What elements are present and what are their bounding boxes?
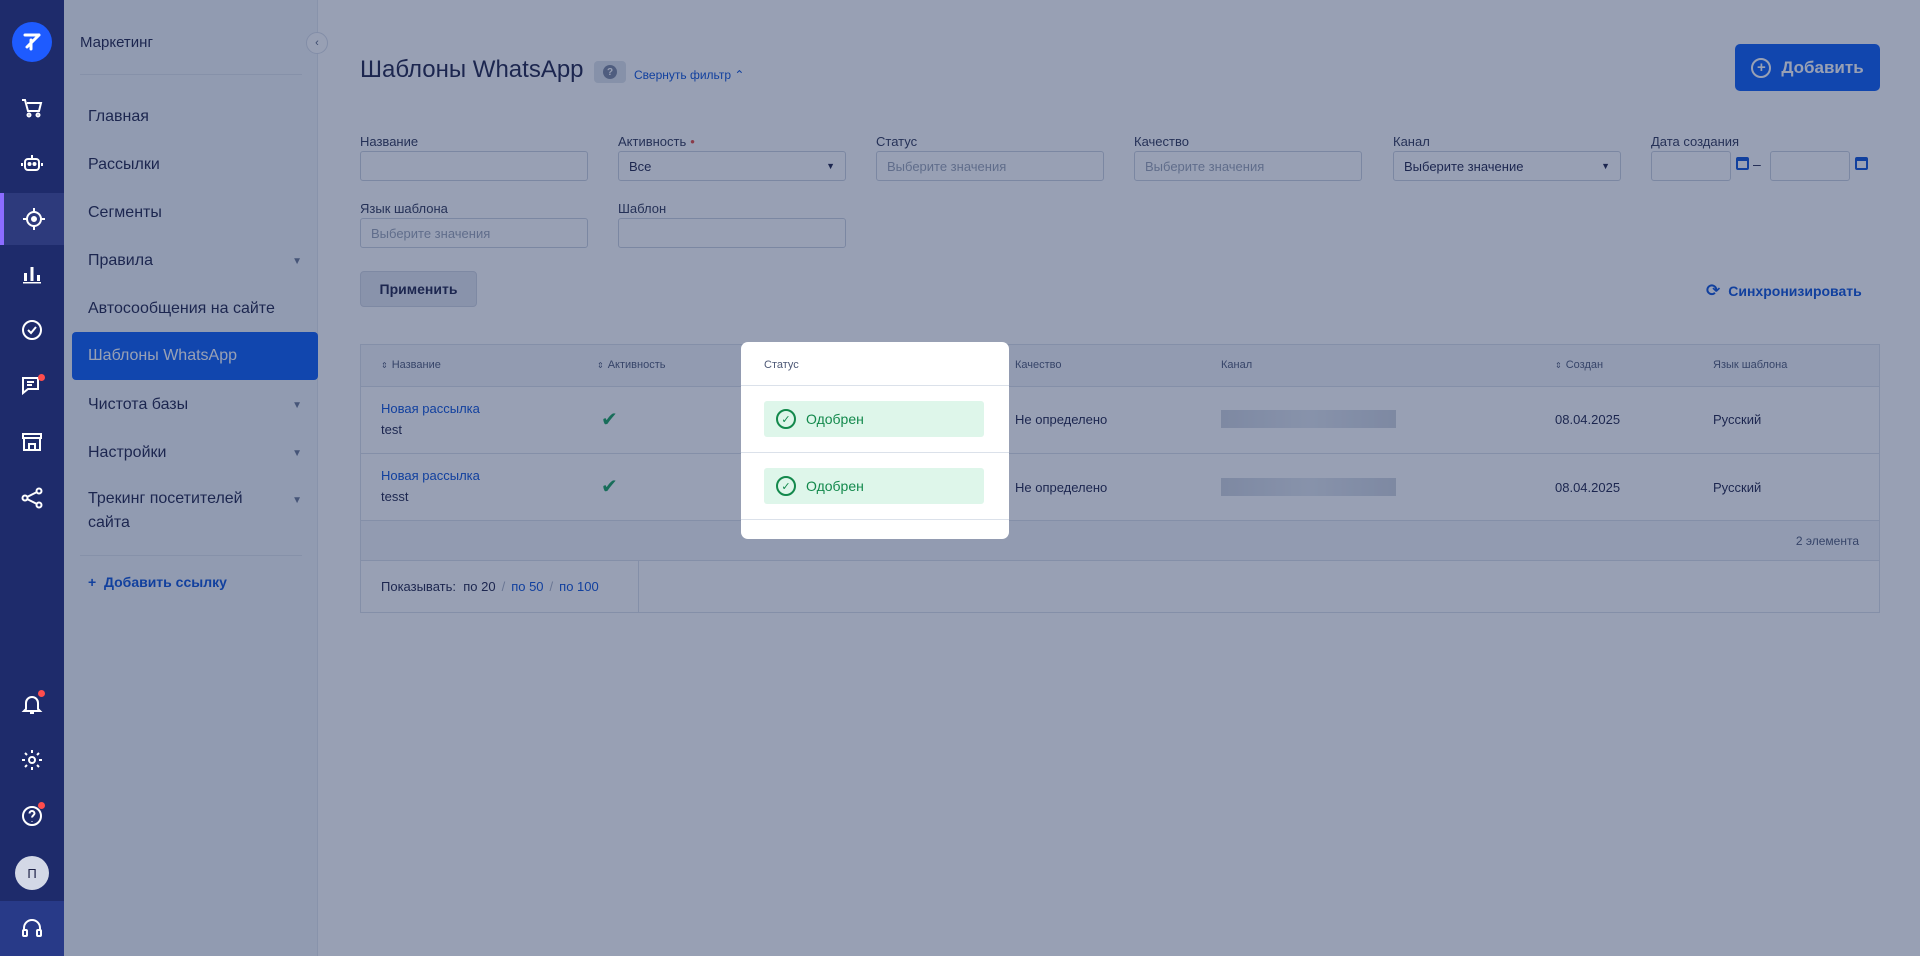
check-circle-icon: ✓ xyxy=(776,409,796,429)
status-cell: ✓ Одобрен xyxy=(741,453,1009,520)
table-header: Статус xyxy=(741,342,1009,386)
icon-rail: П xyxy=(0,0,64,956)
help-icon[interactable] xyxy=(0,790,64,842)
bot-icon[interactable] xyxy=(0,137,64,189)
status-badge: ✓ Одобрен xyxy=(764,468,984,504)
status-badge: ✓ Одобрен xyxy=(764,401,984,437)
logo-icon[interactable] xyxy=(12,22,52,62)
status-badge-label: Одобрен xyxy=(806,411,864,427)
integrations-icon[interactable] xyxy=(0,472,64,524)
notifications-icon[interactable] xyxy=(0,678,64,730)
analytics-icon[interactable] xyxy=(0,248,64,300)
status-cell: ✓ Одобрен xyxy=(741,386,1009,453)
cart-icon[interactable] xyxy=(0,82,64,134)
target-icon[interactable] xyxy=(0,193,64,245)
status-column-spotlight: Статус ✓ Одобрен ✓ Одобрен xyxy=(741,342,1009,539)
column-header-status: Статус xyxy=(764,359,799,371)
avatar[interactable]: П xyxy=(15,856,49,890)
store-icon[interactable] xyxy=(0,416,64,468)
settings-icon[interactable] xyxy=(0,734,64,786)
chat-icon[interactable] xyxy=(0,360,64,412)
support-icon[interactable] xyxy=(0,901,64,956)
check-circle-icon: ✓ xyxy=(776,476,796,496)
status-badge-label: Одобрен xyxy=(806,478,864,494)
tasks-icon[interactable] xyxy=(0,304,64,356)
